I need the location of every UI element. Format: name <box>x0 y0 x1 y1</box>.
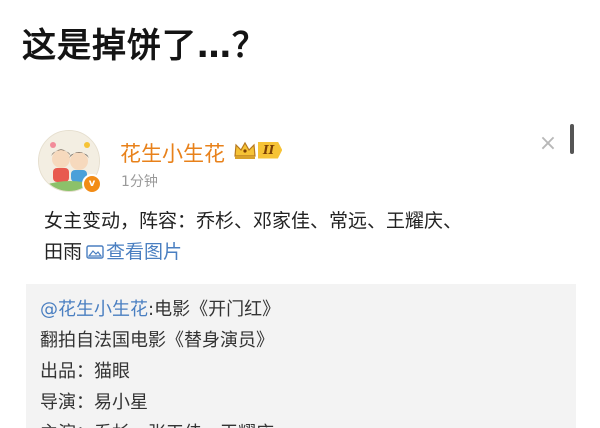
repost-line: @花生小生花:电影《开门红》 <box>40 294 280 325</box>
mention-link[interactable]: @花生小生花 <box>40 299 148 320</box>
post-body: 女主变动，阵容：乔杉、邓家佳、常远、王耀庆、 田雨 查看图片 <box>44 206 564 268</box>
repost-text: @花生小生花:电影《开门红》 翻拍自法国电影《替身演员》 出品：猫眼 导演：易小… <box>40 294 280 428</box>
post-text-line: 女主变动，阵容：乔杉、邓家佳、常远、王耀庆、 <box>44 210 463 232</box>
page-headline: 这是掉饼了…？ <box>22 26 267 66</box>
repost-fragment: :电影《开门红》 <box>148 299 281 320</box>
scrollbar-indicator[interactable] <box>570 124 574 154</box>
post-text-line: 田雨 查看图片 <box>44 237 564 268</box>
verified-badge-icon: v <box>82 174 102 194</box>
post-username[interactable]: 花生小生花 <box>120 138 225 168</box>
close-icon[interactable]: × <box>538 133 558 155</box>
post-text-fragment: 田雨 <box>44 241 83 263</box>
repost-line: 导演：易小星 <box>40 392 148 413</box>
post-timestamp: 1分钟 <box>121 174 158 190</box>
vip-badge[interactable]: II <box>233 139 287 161</box>
repost-box[interactable]: @花生小生花:电影《开门红》 翻拍自法国电影《替身演员》 出品：猫眼 导演：易小… <box>26 284 576 428</box>
vip-level: II <box>258 141 283 159</box>
repost-line: 出品：猫眼 <box>40 361 130 382</box>
view-image-link[interactable]: 查看图片 <box>82 241 182 263</box>
image-icon <box>86 245 104 259</box>
repost-line: 翻拍自法国电影《替身演员》 <box>40 330 274 351</box>
repost-line-cutoff: 主演：乔杉、张天佳、王耀庆 <box>40 418 280 428</box>
crown-icon <box>234 141 256 159</box>
view-image-label[interactable]: 查看图片 <box>106 241 182 263</box>
